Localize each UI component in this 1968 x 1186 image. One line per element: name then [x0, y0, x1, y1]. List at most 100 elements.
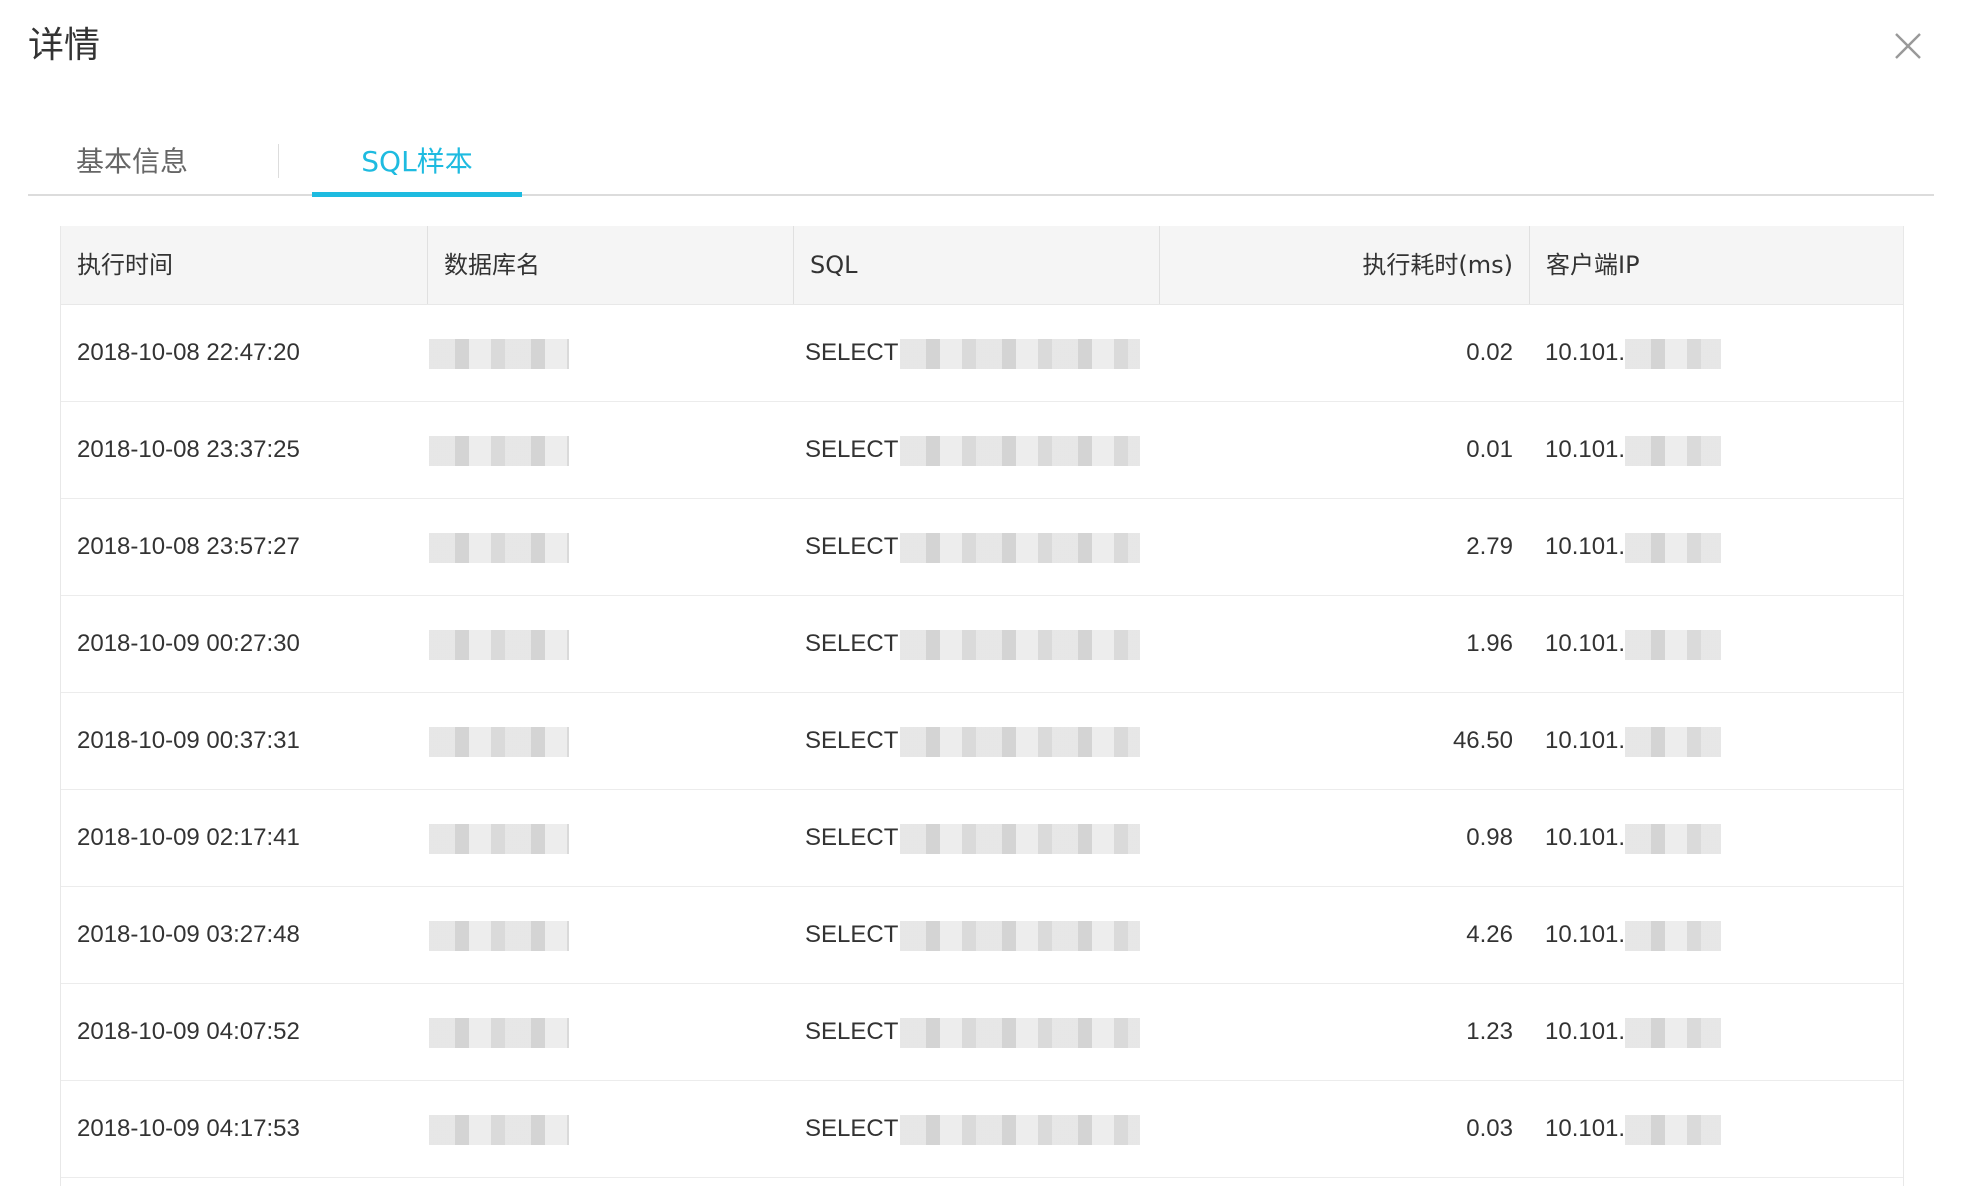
cell-duration: 46.50 [1452, 727, 1513, 754]
cell-duration: 0.02 [1466, 339, 1513, 366]
cell-db-name [427, 305, 793, 401]
cell-db-name [427, 887, 793, 983]
cell-duration: 0.01 [1466, 436, 1513, 463]
cell-exec-time: 2018-10-09 04:07:52 [77, 1018, 300, 1045]
cell-sql[interactable]: SELECT [793, 499, 1159, 595]
redacted-sql [900, 1017, 1141, 1048]
redacted-db-name [429, 338, 569, 369]
redacted-sql [900, 823, 1141, 854]
redacted-ip [1625, 823, 1722, 854]
cell-client-ip: 10.101. [1529, 305, 1903, 401]
sql-text: SELECT [805, 1115, 899, 1142]
table-header: 执行时间 数据库名 SQL 执行耗时(ms) 客户端IP [61, 226, 1903, 305]
cell-duration: 1.23 [1466, 1018, 1513, 1045]
redacted-ip [1625, 629, 1722, 660]
redacted-db-name [429, 1114, 569, 1145]
cell-duration: 4.26 [1466, 921, 1513, 948]
table-row: 2018-10-08 23:57:27 SELECT 2.79 10.101. [61, 499, 1903, 596]
redacted-db-name [429, 726, 569, 757]
cell-sql[interactable]: SELECT [793, 887, 1159, 983]
cell-db-name [427, 693, 793, 789]
table-row: 2018-10-09 00:27:30 SELECT 1.96 10.101. [61, 596, 1903, 693]
cell-db-name [427, 499, 793, 595]
table-row: 2018-10-08 23:37:25 SELECT 0.01 10.101. [61, 402, 1903, 499]
redacted-sql [900, 435, 1141, 466]
column-header-sql[interactable]: SQL [793, 226, 1159, 304]
cell-exec-time: 2018-10-09 04:17:53 [77, 1115, 300, 1142]
redacted-sql [900, 1114, 1141, 1145]
client-ip-text: 10.101. [1545, 533, 1626, 560]
client-ip-text: 10.101. [1545, 921, 1626, 948]
cell-sql[interactable]: SELECT [793, 984, 1159, 1080]
cell-sql[interactable]: SELECT [793, 402, 1159, 498]
cell-duration: 0.03 [1466, 1115, 1513, 1142]
cell-exec-time: 2018-10-09 03:27:48 [77, 921, 300, 948]
redacted-sql [900, 726, 1141, 757]
redacted-ip [1625, 338, 1722, 369]
cell-client-ip: 10.101. [1529, 499, 1903, 595]
cell-sql[interactable]: SELECT [793, 305, 1159, 401]
tab-basic-info[interactable]: 基本信息 [76, 142, 188, 194]
sql-text: SELECT [805, 630, 899, 657]
redacted-ip [1625, 726, 1722, 757]
cell-db-name [427, 596, 793, 692]
close-icon [1895, 33, 1921, 59]
cell-client-ip: 10.101. [1529, 596, 1903, 692]
cell-duration: 1.96 [1466, 630, 1513, 657]
dialog-title: 详情 [28, 25, 101, 66]
sql-text: SELECT [805, 727, 899, 754]
cell-duration: 0.98 [1466, 824, 1513, 851]
sql-text: SELECT [805, 824, 899, 851]
column-header-exec-time[interactable]: 执行时间 [61, 226, 427, 304]
column-header-duration[interactable]: 执行耗时(ms) [1159, 226, 1529, 304]
tab-sql-sample[interactable]: SQL样本 [312, 142, 522, 197]
client-ip-text: 10.101. [1545, 1115, 1626, 1142]
table-row: 2018-10-08 22:47:20 SELECT 0.02 10.101. [61, 305, 1903, 402]
redacted-db-name [429, 532, 569, 563]
cell-sql[interactable]: SELECT [793, 1081, 1159, 1177]
redacted-ip [1625, 920, 1722, 951]
redacted-db-name [429, 823, 569, 854]
redacted-sql [900, 338, 1141, 369]
cell-client-ip: 10.101. [1529, 693, 1903, 789]
cell-exec-time: 2018-10-09 00:27:30 [77, 630, 300, 657]
table-row: 2018-10-09 03:27:48 SELECT 4.26 10.101. [61, 887, 1903, 984]
sql-sample-table: 执行时间 数据库名 SQL 执行耗时(ms) 客户端IP 2018-10-08 … [60, 226, 1904, 1186]
cell-sql[interactable]: SELECT [793, 790, 1159, 886]
sql-text: SELECT [805, 921, 899, 948]
cell-client-ip: 10.101. [1529, 790, 1903, 886]
cell-client-ip: 10.101. [1529, 402, 1903, 498]
table-row: 2018-10-09 04:17:53 SELECT 0.03 10.101. [61, 1081, 1903, 1178]
cell-client-ip: 10.101. [1529, 984, 1903, 1080]
cell-exec-time: 2018-10-09 02:17:41 [77, 824, 300, 851]
redacted-db-name [429, 1017, 569, 1048]
cell-db-name [427, 984, 793, 1080]
sql-text: SELECT [805, 436, 899, 463]
column-header-client-ip[interactable]: 客户端IP [1529, 226, 1903, 304]
close-button[interactable] [1888, 26, 1928, 66]
cell-sql[interactable]: SELECT [793, 693, 1159, 789]
client-ip-text: 10.101. [1545, 727, 1626, 754]
client-ip-text: 10.101. [1545, 630, 1626, 657]
redacted-db-name [429, 920, 569, 951]
column-header-db-name[interactable]: 数据库名 [427, 226, 793, 304]
tab-divider [278, 144, 279, 178]
sql-text: SELECT [805, 339, 899, 366]
cell-exec-time: 2018-10-08 23:37:25 [77, 436, 300, 463]
client-ip-text: 10.101. [1545, 436, 1626, 463]
cell-db-name [427, 790, 793, 886]
cell-db-name [427, 402, 793, 498]
client-ip-text: 10.101. [1545, 339, 1626, 366]
redacted-sql [900, 629, 1141, 660]
table-body: 2018-10-08 22:47:20 SELECT 0.02 10.101. 2018… [61, 305, 1903, 1178]
sql-text: SELECT [805, 1018, 899, 1045]
cell-sql[interactable]: SELECT [793, 596, 1159, 692]
client-ip-text: 10.101. [1545, 1018, 1626, 1045]
table-row: 2018-10-09 02:17:41 SELECT 0.98 10.101. [61, 790, 1903, 887]
client-ip-text: 10.101. [1545, 824, 1626, 851]
redacted-ip [1625, 1017, 1722, 1048]
redacted-ip [1625, 532, 1722, 563]
redacted-db-name [429, 629, 569, 660]
redacted-db-name [429, 435, 569, 466]
cell-client-ip: 10.101. [1529, 1081, 1903, 1177]
